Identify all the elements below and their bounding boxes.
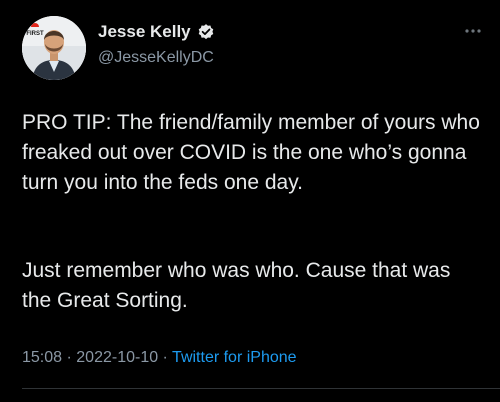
tweet-text-paragraph: PRO TIP: The friend/family member of you…: [22, 111, 480, 194]
meta-separator: ·: [158, 349, 173, 366]
avatar[interactable]: FIRST: [22, 16, 86, 80]
tweet-time[interactable]: 15:08: [22, 349, 62, 366]
author-name-row: Jesse Kelly: [98, 22, 215, 42]
tweet-text-paragraph: Just remember who was who. Cause that wa…: [22, 259, 451, 312]
tweet-source-link[interactable]: Twitter for iPhone: [172, 349, 297, 366]
verified-badge-icon: [197, 23, 215, 41]
meta-separator: ·: [62, 349, 77, 366]
author-display-name[interactable]: Jesse Kelly: [98, 22, 191, 42]
tweet-date[interactable]: 2022-10-10: [76, 349, 158, 366]
divider: [22, 388, 500, 389]
author-handle[interactable]: @JesseKellyDC: [98, 48, 214, 68]
tweet-metadata: 15:08 · 2022-10-10 · Twitter for iPhone: [22, 348, 297, 368]
more-options-icon[interactable]: [462, 22, 484, 40]
tweet-card: FIRST Jesse Kelly @JesseKellyDC PRO TIP:…: [0, 0, 500, 402]
network-logo-text: FIRST: [26, 31, 44, 37]
avatar-image: FIRST: [22, 16, 86, 80]
